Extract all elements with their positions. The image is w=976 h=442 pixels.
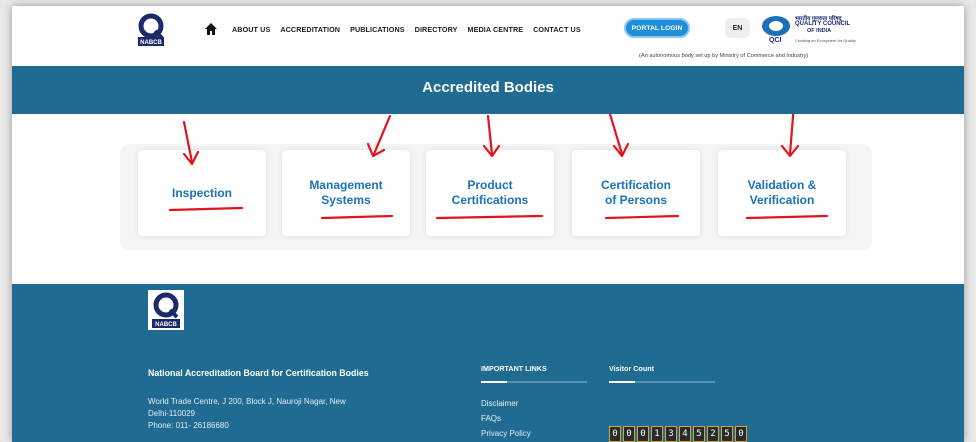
- counter-digit: 4: [679, 426, 691, 442]
- page-title: Accredited Bodies: [422, 79, 554, 96]
- footer-address: World Trade Centre, J 200, Block J, Naur…: [148, 396, 408, 432]
- counter-digit: 0: [609, 426, 621, 442]
- card-label-line1: Validation &: [747, 178, 817, 192]
- qci-tagline: Creating an Ecosystem for Quality: [795, 38, 856, 43]
- card-label-line2: Systems: [321, 193, 371, 207]
- card-inspection[interactable]: Inspection: [138, 150, 266, 236]
- card-label-line2: Verification: [749, 193, 815, 207]
- important-links-divider: [481, 381, 587, 383]
- card-label-line1: Management: [309, 178, 383, 192]
- autonomous-note: (An autonomous body set up by Ministry o…: [639, 53, 809, 59]
- nabcb-logo-text: NABCB: [140, 40, 162, 46]
- card-management-systems[interactable]: Management Systems: [282, 150, 410, 236]
- qci-name: QUALITY COUNCIL: [795, 21, 851, 27]
- qci-logo[interactable]: भारतीय गुणवत्ता परिषद् QUALITY COUNCIL O…: [757, 12, 867, 50]
- counter-digit: 5: [693, 426, 705, 442]
- important-links-heading: IMPORTANT LINKS: [481, 364, 547, 373]
- visitor-count-heading: Visitor Count: [609, 364, 654, 373]
- nav-contact-us[interactable]: CONTACT US: [533, 25, 581, 34]
- card-label-line1: Product: [467, 178, 513, 192]
- card-label-line1: Certification: [600, 178, 671, 192]
- card-product-certifications[interactable]: Product Certifications: [426, 150, 554, 236]
- nav-accreditation[interactable]: ACCREDITATION: [280, 25, 340, 34]
- portal-login-button[interactable]: PORTAL LOGIN: [624, 18, 690, 38]
- card-label-line2: of Persons: [604, 193, 667, 207]
- site-header: NABCB ABOUT US ACCREDITATION PUBLICATION…: [12, 6, 964, 68]
- visitor-counter: 0 0 0 1 3 4 5 2 5 0: [609, 426, 747, 442]
- footer-link-faqs[interactable]: FAQs: [481, 411, 531, 426]
- counter-digit: 3: [665, 426, 677, 442]
- language-selector[interactable]: EN: [725, 18, 750, 38]
- nabcb-logo[interactable]: NABCB: [134, 13, 168, 47]
- page-banner: Accredited Bodies: [12, 66, 964, 114]
- site-footer: NABCB National Accreditation Board for C…: [12, 284, 964, 442]
- card-label-line2: Certifications: [451, 193, 529, 207]
- qci-india: OF INDIA: [807, 28, 832, 34]
- nav-directory[interactable]: DIRECTORY: [415, 25, 458, 34]
- qci-abbr: QCI: [769, 37, 782, 44]
- counter-digit: 0: [623, 426, 635, 442]
- visitor-count-divider: [609, 381, 715, 383]
- footer-link-disclaimer[interactable]: Disclaimer: [481, 396, 531, 411]
- nav-about-us[interactable]: ABOUT US: [232, 25, 270, 34]
- card-validation-verification[interactable]: Validation & Verification: [718, 150, 846, 236]
- nav-media-centre[interactable]: MEDIA CENTRE: [468, 25, 524, 34]
- important-links-list: Disclaimer FAQs Privacy Policy: [481, 396, 531, 441]
- web-page: NABCB ABOUT US ACCREDITATION PUBLICATION…: [12, 6, 964, 442]
- nav-publications[interactable]: PUBLICATIONS: [350, 25, 405, 34]
- screenshot-frame: NABCB ABOUT US ACCREDITATION PUBLICATION…: [0, 0, 976, 442]
- accredited-bodies-section: Inspection Management Systems Product Ce…: [12, 114, 964, 284]
- footer-logo-text: NABCB: [155, 322, 177, 328]
- card-certification-of-persons[interactable]: Certification of Persons: [572, 150, 700, 236]
- footer-nabcb-logo: NABCB: [148, 290, 184, 330]
- address-line-2: Delhi-110029: [148, 409, 195, 418]
- footer-org-name: National Accreditation Board for Certifi…: [148, 368, 369, 378]
- footer-link-privacy-policy[interactable]: Privacy Policy: [481, 426, 531, 441]
- counter-digit: 2: [707, 426, 719, 442]
- qci-emblem-icon: [762, 16, 790, 36]
- counter-digit: 5: [721, 426, 733, 442]
- address-line-1: World Trade Centre, J 200, Block J, Naur…: [148, 397, 346, 406]
- counter-digit: 0: [735, 426, 747, 442]
- counter-digit: 1: [651, 426, 663, 442]
- footer-phone: Phone: 011- 26186680: [148, 421, 229, 430]
- counter-digit: 0: [637, 426, 649, 442]
- home-icon[interactable]: [204, 22, 218, 36]
- card-label-line1: Inspection: [171, 185, 232, 200]
- main-nav: ABOUT US ACCREDITATION PUBLICATIONS DIRE…: [204, 22, 591, 36]
